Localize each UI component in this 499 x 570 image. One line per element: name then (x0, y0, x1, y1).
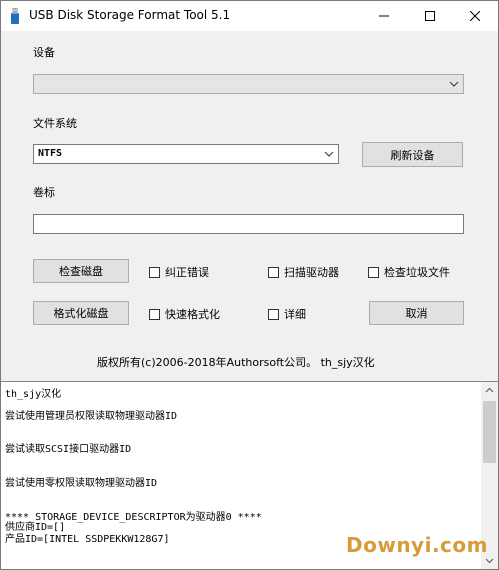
log-line: 尝试使用管理员权限读取物理驱动器ID (5, 411, 178, 422)
chevron-up-icon (485, 387, 494, 393)
checkbox-box[interactable] (368, 266, 379, 278)
checkbox-box[interactable] (149, 308, 160, 320)
maximize-icon (425, 11, 435, 21)
volume-label: 卷标 (33, 186, 55, 199)
device-select[interactable] (33, 74, 464, 94)
log-line: 产品ID=[INTEL SSDPEKKW128G7] (5, 534, 170, 545)
copyright-text: 版权所有(c)2006-2018年Authorsoft公司。 th_sjy汉化 (97, 356, 375, 369)
minimize-icon (379, 15, 389, 17)
log-line: 尝试读取SCSI接口驱动器ID (5, 444, 132, 455)
filesystem-select[interactable]: NTFS (33, 144, 339, 164)
quick-format-checkbox[interactable]: 快速格式化 (149, 306, 220, 322)
app-window: USB Disk Storage Format Tool 5.1 设备 文件系统… (0, 0, 499, 570)
scan-drive-label: 扫描驱动器 (284, 266, 339, 279)
scrollbar-thumb[interactable] (483, 401, 496, 463)
scan-drive-checkbox[interactable]: 扫描驱动器 (268, 264, 339, 280)
cancel-button[interactable]: 取消 (369, 301, 464, 325)
filesystem-select-value: NTFS (38, 148, 63, 159)
scroll-up-button[interactable] (481, 382, 498, 399)
title-bar[interactable]: USB Disk Storage Format Tool 5.1 (1, 1, 498, 31)
chevron-down-icon (485, 558, 494, 564)
quick-format-label: 快速格式化 (165, 308, 220, 321)
close-icon (470, 11, 480, 21)
refresh-devices-button[interactable]: 刷新设备 (362, 142, 463, 167)
filesystem-label: 文件系统 (33, 117, 77, 130)
checkbox-box[interactable] (149, 266, 160, 278)
checkbox-box[interactable] (268, 308, 279, 320)
maximize-button[interactable] (408, 1, 452, 31)
fix-errors-label: 纠正错误 (165, 266, 209, 279)
volume-label-input[interactable] (33, 214, 464, 234)
window-title: USB Disk Storage Format Tool 5.1 (29, 8, 231, 22)
verbose-checkbox[interactable]: 详细 (268, 306, 306, 322)
usb-drive-icon (10, 8, 20, 24)
check-disk-button[interactable]: 检查磁盘 (33, 259, 129, 283)
check-dirty-label: 检查垃圾文件 (384, 266, 450, 279)
check-dirty-checkbox[interactable]: 检查垃圾文件 (368, 264, 450, 280)
minimize-button[interactable] (362, 1, 406, 31)
fix-errors-checkbox[interactable]: 纠正错误 (149, 264, 209, 280)
chevron-down-icon (449, 81, 459, 87)
close-button[interactable] (453, 1, 497, 31)
device-label: 设备 (33, 46, 55, 59)
chevron-down-icon (324, 151, 334, 157)
format-disk-button[interactable]: 格式化磁盘 (33, 301, 129, 325)
log-line: th_sjy汉化 (5, 389, 62, 400)
watermark-logo: Downyi.com (346, 533, 488, 557)
checkbox-box[interactable] (268, 266, 279, 278)
log-line: 尝试使用零权限读取物理驱动器ID (5, 478, 158, 489)
verbose-label: 详细 (284, 308, 306, 321)
